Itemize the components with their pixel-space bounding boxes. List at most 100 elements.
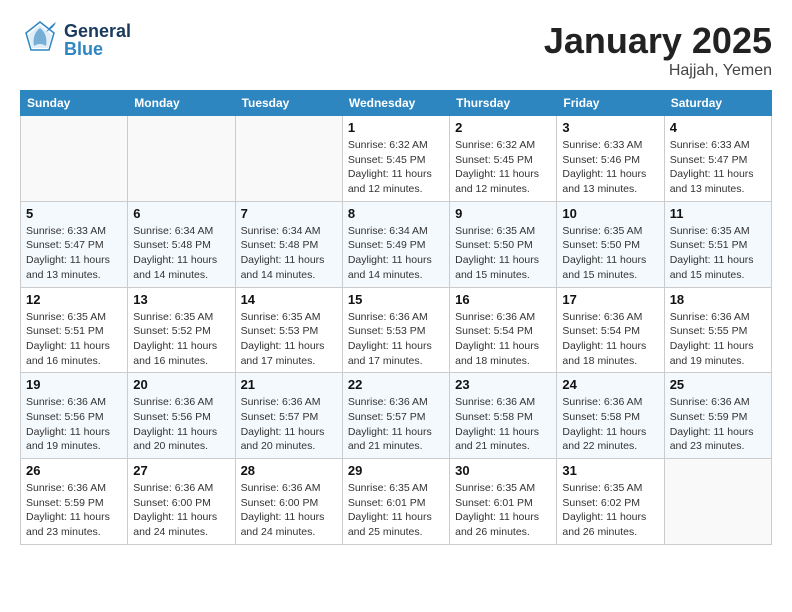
calendar-table: SundayMondayTuesdayWednesdayThursdayFrid… <box>20 90 772 545</box>
day-info: Sunrise: 6:36 AM Sunset: 5:56 PM Dayligh… <box>26 395 122 454</box>
calendar-week-3: 12 Sunrise: 6:35 AM Sunset: 5:51 PM Dayli… <box>21 287 772 373</box>
day-number: 10 <box>562 206 658 221</box>
day-info: Sunrise: 6:35 AM Sunset: 6:01 PM Dayligh… <box>348 481 444 540</box>
calendar-cell: 25 Sunrise: 6:36 AM Sunset: 5:59 PM Dayli… <box>664 373 771 459</box>
calendar-cell <box>21 116 128 202</box>
day-number: 11 <box>670 206 766 221</box>
calendar-cell: 14 Sunrise: 6:35 AM Sunset: 5:53 PM Dayli… <box>235 287 342 373</box>
day-number: 22 <box>348 377 444 392</box>
day-number: 25 <box>670 377 766 392</box>
day-info: Sunrise: 6:36 AM Sunset: 5:57 PM Dayligh… <box>348 395 444 454</box>
logo-text: General Blue <box>64 22 131 58</box>
calendar-week-2: 5 Sunrise: 6:33 AM Sunset: 5:47 PM Daylig… <box>21 201 772 287</box>
calendar-cell: 20 Sunrise: 6:36 AM Sunset: 5:56 PM Dayli… <box>128 373 235 459</box>
day-number: 5 <box>26 206 122 221</box>
calendar-cell <box>128 116 235 202</box>
day-info: Sunrise: 6:36 AM Sunset: 5:59 PM Dayligh… <box>670 395 766 454</box>
day-info: Sunrise: 6:35 AM Sunset: 5:51 PM Dayligh… <box>670 224 766 283</box>
calendar-cell: 31 Sunrise: 6:35 AM Sunset: 6:02 PM Dayli… <box>557 459 664 545</box>
calendar-cell: 7 Sunrise: 6:34 AM Sunset: 5:48 PM Daylig… <box>235 201 342 287</box>
column-header-thursday: Thursday <box>450 91 557 116</box>
calendar-cell: 23 Sunrise: 6:36 AM Sunset: 5:58 PM Dayli… <box>450 373 557 459</box>
day-number: 4 <box>670 120 766 135</box>
day-info: Sunrise: 6:36 AM Sunset: 5:53 PM Dayligh… <box>348 310 444 369</box>
calendar-cell: 22 Sunrise: 6:36 AM Sunset: 5:57 PM Dayli… <box>342 373 449 459</box>
day-number: 1 <box>348 120 444 135</box>
day-info: Sunrise: 6:36 AM Sunset: 6:00 PM Dayligh… <box>241 481 337 540</box>
calendar-cell: 15Sunrise: 6:36 AM Sunset: 5:53 PM Dayli… <box>342 287 449 373</box>
day-number: 17 <box>562 292 658 307</box>
calendar-cell: 27 Sunrise: 6:36 AM Sunset: 6:00 PM Dayli… <box>128 459 235 545</box>
month-title: January 2025 <box>544 20 772 62</box>
day-info: Sunrise: 6:35 AM Sunset: 5:50 PM Dayligh… <box>455 224 551 283</box>
day-info: Sunrise: 6:32 AM Sunset: 5:45 PM Dayligh… <box>348 138 444 197</box>
day-info: Sunrise: 6:35 AM Sunset: 5:53 PM Dayligh… <box>241 310 337 369</box>
calendar-cell: 17Sunrise: 6:36 AM Sunset: 5:54 PM Dayli… <box>557 287 664 373</box>
calendar-cell: 26 Sunrise: 6:36 AM Sunset: 5:59 PM Dayli… <box>21 459 128 545</box>
calendar-cell: 28 Sunrise: 6:36 AM Sunset: 6:00 PM Dayli… <box>235 459 342 545</box>
day-info: Sunrise: 6:36 AM Sunset: 5:56 PM Dayligh… <box>133 395 229 454</box>
day-info: Sunrise: 6:36 AM Sunset: 5:58 PM Dayligh… <box>562 395 658 454</box>
calendar-cell: 9 Sunrise: 6:35 AM Sunset: 5:50 PM Daylig… <box>450 201 557 287</box>
calendar-cell: 6Sunrise: 6:34 AM Sunset: 5:48 PM Daylig… <box>128 201 235 287</box>
day-info: Sunrise: 6:36 AM Sunset: 5:59 PM Dayligh… <box>26 481 122 540</box>
day-number: 3 <box>562 120 658 135</box>
day-number: 20 <box>133 377 229 392</box>
day-info: Sunrise: 6:34 AM Sunset: 5:49 PM Dayligh… <box>348 224 444 283</box>
calendar-cell: 21 Sunrise: 6:36 AM Sunset: 5:57 PM Dayli… <box>235 373 342 459</box>
day-number: 30 <box>455 463 551 478</box>
day-number: 12 <box>26 292 122 307</box>
day-info: Sunrise: 6:35 AM Sunset: 6:02 PM Dayligh… <box>562 481 658 540</box>
logo-icon <box>20 20 60 60</box>
day-number: 24 <box>562 377 658 392</box>
calendar-cell: 18 Sunrise: 6:36 AM Sunset: 5:55 PM Dayli… <box>664 287 771 373</box>
calendar-cell: 30 Sunrise: 6:35 AM Sunset: 6:01 PM Dayli… <box>450 459 557 545</box>
day-info: Sunrise: 6:35 AM Sunset: 5:50 PM Dayligh… <box>562 224 658 283</box>
day-number: 19 <box>26 377 122 392</box>
calendar-cell: 3 Sunrise: 6:33 AM Sunset: 5:46 PM Daylig… <box>557 116 664 202</box>
calendar-cell: 19 Sunrise: 6:36 AM Sunset: 5:56 PM Dayli… <box>21 373 128 459</box>
day-info: Sunrise: 6:33 AM Sunset: 5:46 PM Dayligh… <box>562 138 658 197</box>
day-info: Sunrise: 6:33 AM Sunset: 5:47 PM Dayligh… <box>26 224 122 283</box>
day-number: 14 <box>241 292 337 307</box>
day-info: Sunrise: 6:35 AM Sunset: 5:51 PM Dayligh… <box>26 310 122 369</box>
day-number: 31 <box>562 463 658 478</box>
calendar-cell: 12 Sunrise: 6:35 AM Sunset: 5:51 PM Dayli… <box>21 287 128 373</box>
day-info: Sunrise: 6:34 AM Sunset: 5:48 PM Dayligh… <box>241 224 337 283</box>
calendar-cell: 5 Sunrise: 6:33 AM Sunset: 5:47 PM Daylig… <box>21 201 128 287</box>
day-number: 2 <box>455 120 551 135</box>
logo: General Blue <box>20 20 131 60</box>
day-info: Sunrise: 6:36 AM Sunset: 5:55 PM Dayligh… <box>670 310 766 369</box>
page-header: General Blue January 2025 Hajjah, Yemen <box>20 20 772 80</box>
day-info: Sunrise: 6:35 AM Sunset: 6:01 PM Dayligh… <box>455 481 551 540</box>
day-info: Sunrise: 6:35 AM Sunset: 5:52 PM Dayligh… <box>133 310 229 369</box>
calendar-cell: 16 Sunrise: 6:36 AM Sunset: 5:54 PM Dayli… <box>450 287 557 373</box>
day-number: 8 <box>348 206 444 221</box>
day-number: 27 <box>133 463 229 478</box>
day-number: 23 <box>455 377 551 392</box>
day-info: Sunrise: 6:36 AM Sunset: 6:00 PM Dayligh… <box>133 481 229 540</box>
day-number: 26 <box>26 463 122 478</box>
day-info: Sunrise: 6:36 AM Sunset: 5:58 PM Dayligh… <box>455 395 551 454</box>
calendar-cell: 10 Sunrise: 6:35 AM Sunset: 5:50 PM Dayli… <box>557 201 664 287</box>
day-number: 16 <box>455 292 551 307</box>
day-info: Sunrise: 6:32 AM Sunset: 5:45 PM Dayligh… <box>455 138 551 197</box>
day-info: Sunrise: 6:36 AM Sunset: 5:54 PM Dayligh… <box>455 310 551 369</box>
calendar-cell: 13Sunrise: 6:35 AM Sunset: 5:52 PM Dayli… <box>128 287 235 373</box>
column-header-wednesday: Wednesday <box>342 91 449 116</box>
column-header-monday: Monday <box>128 91 235 116</box>
calendar-week-1: 1 Sunrise: 6:32 AM Sunset: 5:45 PM Daylig… <box>21 116 772 202</box>
day-number: 28 <box>241 463 337 478</box>
day-number: 7 <box>241 206 337 221</box>
calendar-cell: 2 Sunrise: 6:32 AM Sunset: 5:45 PM Daylig… <box>450 116 557 202</box>
day-number: 6 <box>133 206 229 221</box>
day-number: 9 <box>455 206 551 221</box>
calendar-cell: 1 Sunrise: 6:32 AM Sunset: 5:45 PM Daylig… <box>342 116 449 202</box>
day-number: 21 <box>241 377 337 392</box>
calendar-week-5: 26 Sunrise: 6:36 AM Sunset: 5:59 PM Dayli… <box>21 459 772 545</box>
day-info: Sunrise: 6:36 AM Sunset: 5:57 PM Dayligh… <box>241 395 337 454</box>
calendar-week-4: 19 Sunrise: 6:36 AM Sunset: 5:56 PM Dayli… <box>21 373 772 459</box>
title-block: January 2025 Hajjah, Yemen <box>544 20 772 80</box>
day-number: 18 <box>670 292 766 307</box>
calendar-cell: 24 Sunrise: 6:36 AM Sunset: 5:58 PM Dayli… <box>557 373 664 459</box>
